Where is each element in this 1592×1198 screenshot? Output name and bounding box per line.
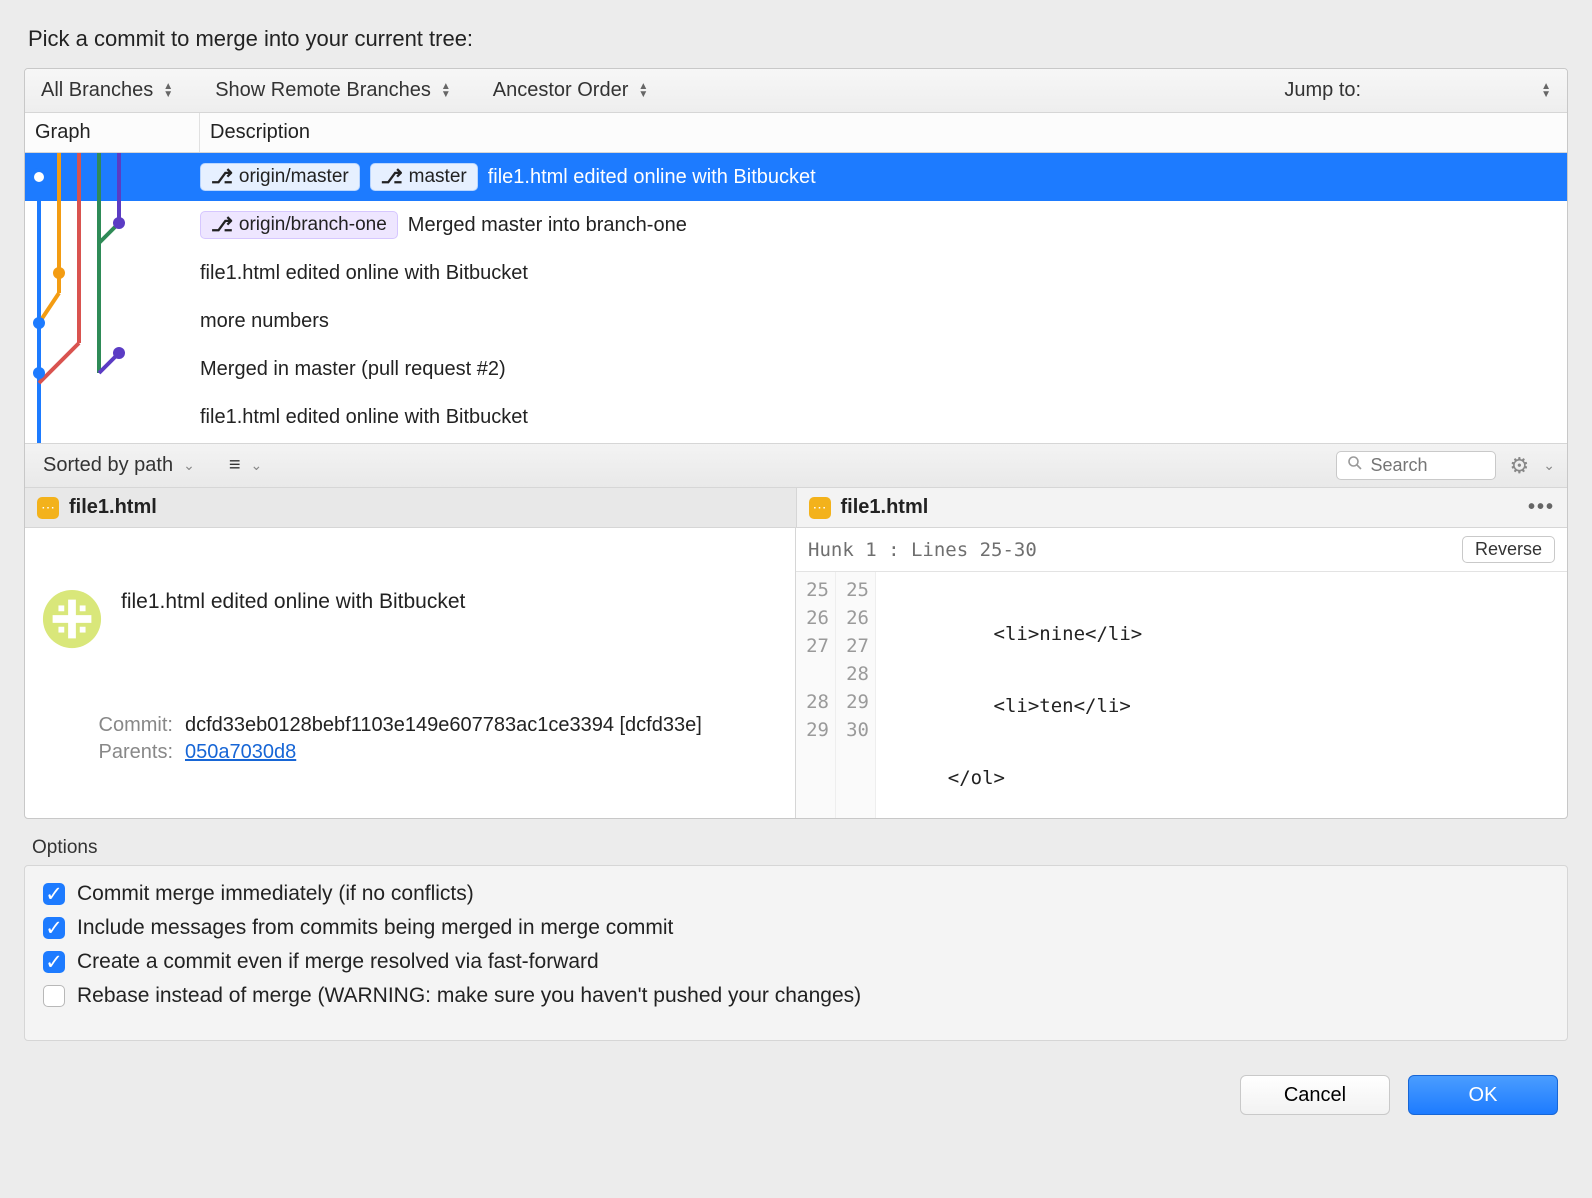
description-header[interactable]: Description: [200, 113, 1567, 152]
checkbox-icon[interactable]: [43, 985, 65, 1007]
order-dropdown[interactable]: Ancestor Order ▲▼: [487, 75, 655, 106]
sort-dropdown[interactable]: Sorted by path ⌄: [37, 450, 201, 481]
avatar: [41, 588, 103, 650]
view-mode-dropdown[interactable]: ≡ ⌄: [223, 450, 268, 481]
diff-code[interactable]: <li>nine</li> <li>ten</li> </ol> + <p cl…: [876, 572, 1567, 818]
file-list-item[interactable]: ⋯ file1.html: [25, 488, 797, 528]
option-label: Commit merge immediately (if no conflict…: [77, 882, 474, 906]
branch-tag[interactable]: ⎇ origin/branch-one: [200, 211, 398, 239]
diff-file-header: ⋯ file1.html •••: [797, 488, 1568, 528]
commit-row[interactable]: more numbers: [25, 297, 1567, 345]
ok-button[interactable]: OK: [1408, 1075, 1558, 1115]
line-gutter-old: 2526272829: [796, 572, 836, 818]
commit-desc: more numbers: [200, 310, 329, 333]
sort-icon: ▲▼: [1541, 83, 1551, 99]
reverse-button[interactable]: Reverse: [1462, 536, 1555, 563]
parent-hash-link[interactable]: 050a7030d8: [185, 741, 296, 764]
line-gutter-new: 252627282930: [836, 572, 876, 818]
hunk-label: Hunk 1 : Lines 25-30: [808, 539, 1037, 561]
file-name: file1.html: [69, 496, 157, 519]
commit-graph: [25, 153, 155, 443]
commit-desc: Merged master into branch-one: [408, 214, 687, 237]
checkbox-icon[interactable]: ✓: [43, 883, 65, 905]
file-name: file1.html: [841, 496, 929, 519]
sort-icon: ▲▼: [441, 83, 451, 99]
checkbox-icon[interactable]: ✓: [43, 951, 65, 973]
cancel-button[interactable]: Cancel: [1240, 1075, 1390, 1115]
commit-row[interactable]: Merged in master (pull request #2): [25, 345, 1567, 393]
sort-icon: ▲▼: [638, 83, 648, 99]
commit-meta-panel: file1.html edited online with Bitbucket …: [25, 528, 796, 818]
dialog-title: Pick a commit to merge into your current…: [28, 26, 1568, 52]
commit-details: file1.html edited online with Bitbucket …: [25, 528, 1567, 818]
more-icon[interactable]: •••: [1528, 496, 1555, 519]
commit-row[interactable]: file1.html edited online with Bitbucket: [25, 249, 1567, 297]
order-label: Ancestor Order: [493, 79, 629, 102]
search-input[interactable]: [1371, 455, 1485, 476]
sort-label: Sorted by path: [43, 454, 173, 477]
parents-label: Parents:: [81, 741, 173, 764]
file-icon: ⋯: [37, 497, 59, 519]
option-label: Include messages from commits being merg…: [77, 916, 673, 940]
chevron-down-icon: ⌄: [183, 457, 195, 474]
diff-panel: Hunk 1 : Lines 25-30 Reverse 2526272829 …: [796, 528, 1567, 818]
branch-tag[interactable]: ⎇ origin/master: [200, 163, 360, 191]
option-label: Create a commit even if merge resolved v…: [77, 950, 599, 974]
option-commit-immediately[interactable]: ✓ Commit merge immediately (if no confli…: [43, 882, 1549, 906]
option-label: Rebase instead of merge (WARNING: make s…: [77, 984, 861, 1008]
search-field[interactable]: [1336, 451, 1496, 480]
branch-tag-label: origin/branch-one: [239, 214, 387, 236]
jumpto-label: Jump to:: [1284, 79, 1361, 102]
option-rebase[interactable]: Rebase instead of merge (WARNING: make s…: [43, 984, 1549, 1008]
commit-desc: file1.html edited online with Bitbucket: [488, 166, 816, 189]
option-include-messages[interactable]: ✓ Include messages from commits being me…: [43, 916, 1549, 940]
commit-list: ⎇ origin/master ⎇ master file1.html edited…: [25, 153, 1567, 443]
chevron-down-icon: ⌄: [251, 457, 263, 474]
commit-row[interactable]: ⎇ origin/branch-one Merged master into br…: [25, 201, 1567, 249]
hunk-header: Hunk 1 : Lines 25-30 Reverse: [796, 528, 1567, 572]
branch-tag[interactable]: ⎇ master: [370, 163, 478, 191]
commit-row[interactable]: file1.html edited online with Bitbucket: [25, 393, 1567, 441]
branches-label: All Branches: [41, 79, 153, 102]
file-icon: ⋯: [809, 497, 831, 519]
chevron-down-icon[interactable]: ⌄: [1543, 457, 1555, 474]
options-title: Options: [32, 837, 1568, 859]
commit-desc: Merged in master (pull request #2): [200, 358, 506, 381]
file-headers: ⋯ file1.html ⋯ file1.html •••: [25, 488, 1567, 528]
graph-header[interactable]: Graph: [25, 113, 200, 152]
commit-picker-panel: All Branches ▲▼ Show Remote Branches ▲▼ …: [24, 68, 1568, 819]
options-group: ✓ Commit merge immediately (if no confli…: [24, 865, 1568, 1041]
commit-desc: file1.html edited online with Bitbucket: [200, 262, 528, 285]
branch-icon: ⎇: [381, 166, 403, 188]
branches-dropdown[interactable]: All Branches ▲▼: [35, 75, 179, 106]
filter-toolbar: All Branches ▲▼ Show Remote Branches ▲▼ …: [25, 69, 1567, 113]
branch-icon: ⎇: [211, 214, 233, 236]
commit-message: file1.html edited online with Bitbucket: [121, 590, 779, 614]
remote-dropdown[interactable]: Show Remote Branches ▲▼: [209, 75, 457, 106]
commit-label: Commit:: [81, 714, 173, 737]
branch-tag-label: origin/master: [239, 166, 349, 188]
checkbox-icon[interactable]: ✓: [43, 917, 65, 939]
branch-icon: ⎇: [211, 166, 233, 188]
jumpto-dropdown[interactable]: Jump to: ▲▼: [1278, 75, 1557, 106]
sort-icon: ▲▼: [163, 83, 173, 99]
column-headers: Graph Description: [25, 113, 1567, 153]
commit-row[interactable]: ⎇ origin/master ⎇ master file1.html edited…: [25, 153, 1567, 201]
dialog-footer: Cancel OK: [24, 1075, 1568, 1115]
search-icon: [1347, 454, 1363, 477]
gear-icon[interactable]: ⚙: [1510, 453, 1530, 479]
list-icon: ≡: [229, 454, 241, 477]
remote-label: Show Remote Branches: [215, 79, 431, 102]
file-toolbar: Sorted by path ⌄ ≡ ⌄ ⚙ ⌄: [25, 443, 1567, 488]
option-create-commit-ff[interactable]: ✓ Create a commit even if merge resolved…: [43, 950, 1549, 974]
commit-hash: dcfd33eb0128bebf1103e149e607783ac1ce3394…: [185, 714, 702, 737]
commit-desc: file1.html edited online with Bitbucket: [200, 406, 528, 429]
branch-tag-label: master: [409, 166, 467, 188]
